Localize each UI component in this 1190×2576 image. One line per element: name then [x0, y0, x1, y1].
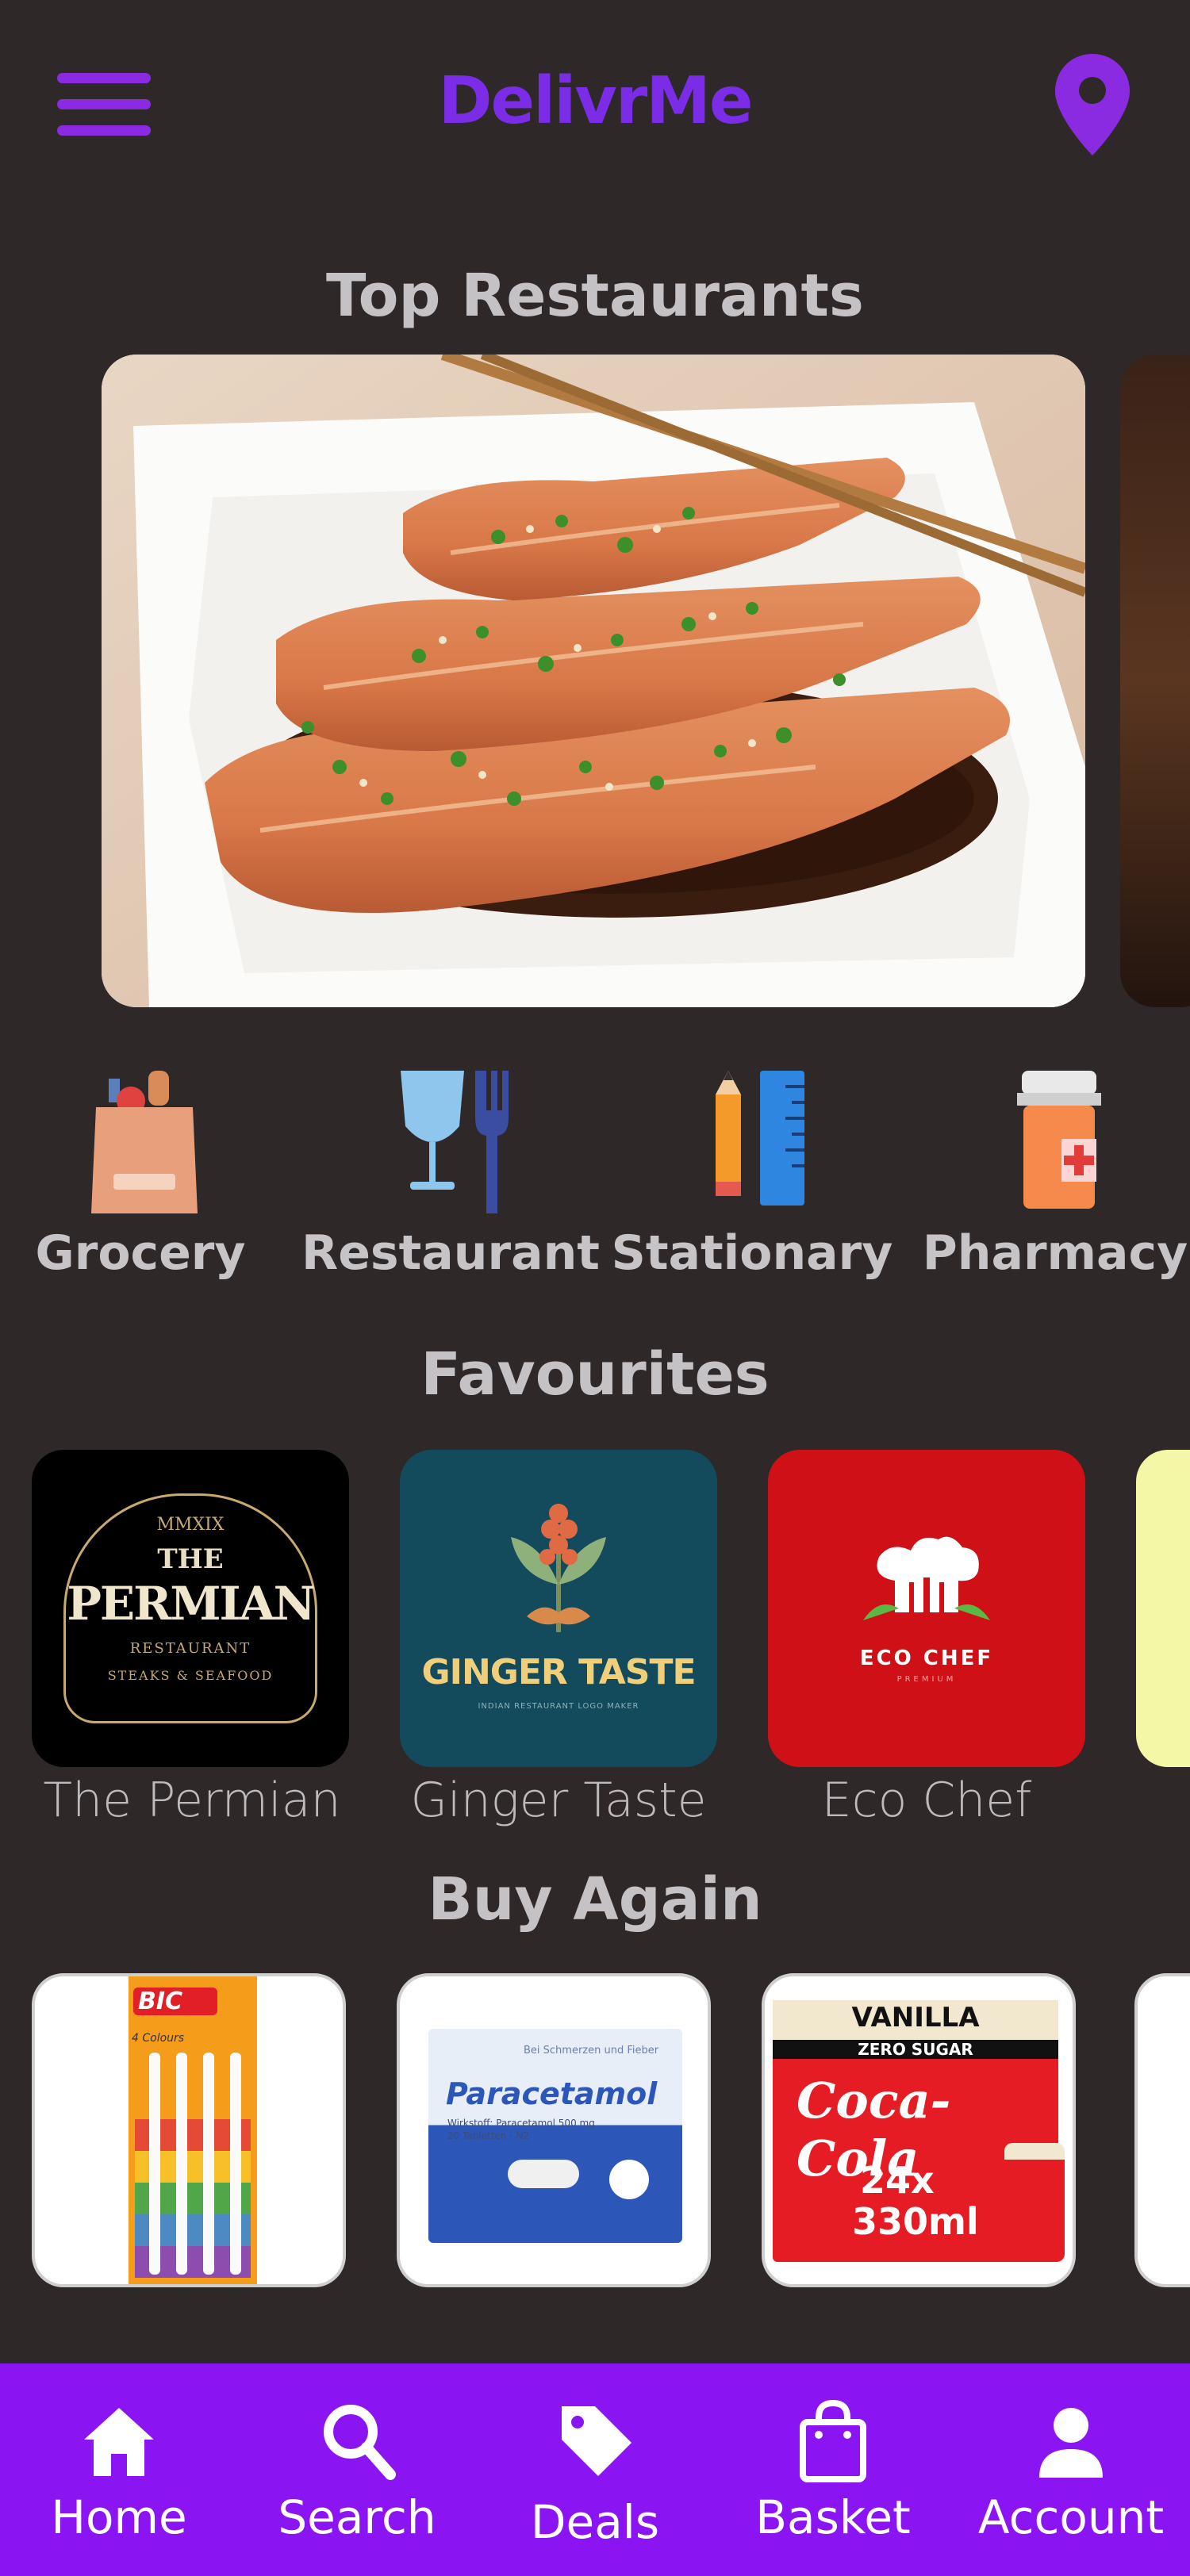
nav-label-search: Search	[278, 2490, 436, 2544]
bic-pen	[176, 2053, 187, 2275]
category-label-stationary: Stationary	[611, 1225, 893, 1281]
pill-bottle-icon	[1017, 1071, 1101, 1209]
app-title: DelivrMe	[438, 63, 753, 139]
category-label-restaurant: Restaurant	[301, 1225, 600, 1281]
permian-logo-name: PERMIAN	[67, 1577, 315, 1631]
location-pin-icon	[1055, 54, 1130, 155]
category-label-grocery: Grocery	[35, 1225, 246, 1281]
eco-chef-logo-tagline: PREMIUM	[896, 1675, 957, 1684]
ginger-taste-logo-tagline: INDIAN RESTAURANT LOGO MAKER	[478, 1702, 639, 1711]
favourite-card-next[interactable]	[1136, 1450, 1190, 1767]
bic-pen	[230, 2053, 241, 2275]
coca-cola-volume: 330ml	[852, 2200, 979, 2243]
home-icon	[84, 2408, 154, 2476]
user-icon	[1039, 2408, 1103, 2478]
buy-again-item-paracetamol[interactable]: Bei Schmerzen und Fieber Paracetamol Wir…	[397, 1973, 711, 2287]
category-grocery[interactable]: Grocery	[10, 1063, 271, 1301]
paracetamol-top-text: Bei Schmerzen und Fieber	[524, 2045, 659, 2057]
nav-account[interactable]: Account	[952, 2363, 1190, 2576]
buy-again-item-coca-cola[interactable]: VANILLA ZERO SUGAR Coca-Cola 24x 330ml	[762, 1973, 1076, 2287]
ginger-taste-logo-text: GINGER TASTE	[421, 1652, 696, 1692]
tag-icon	[562, 2406, 631, 2476]
favourite-name-ginger-taste: Ginger Taste	[410, 1773, 707, 1828]
salmon-dish-image	[102, 355, 1085, 1007]
category-label-pharmacy: Pharmacy	[922, 1225, 1188, 1281]
coca-cola-flavor: VANILLA	[851, 2002, 980, 2034]
nav-basket[interactable]: Basket	[714, 2363, 952, 2576]
nav-label-account: Account	[977, 2490, 1165, 2544]
search-icon	[324, 2405, 396, 2480]
location-button[interactable]	[1055, 54, 1130, 155]
nav-label-home: Home	[51, 2490, 187, 2544]
favourite-name-eco-chef: Eco Chef	[821, 1773, 1032, 1828]
section-title-top-restaurants: Top Restaurants	[326, 262, 864, 330]
paracetamol-seal	[609, 2160, 649, 2199]
eco-chef-logo-text: ECO CHEF	[859, 1646, 994, 1670]
paracetamol-name: Paracetamol	[446, 2076, 658, 2111]
paracetamol-line2: 20 Tabletten - N2	[447, 2130, 530, 2141]
category-pharmacy[interactable]: Pharmacy	[923, 1063, 1188, 1301]
category-stationary[interactable]: Stationary	[612, 1063, 892, 1301]
nav-deals[interactable]: Deals	[476, 2363, 714, 2576]
ginger-taste-logo-icon	[511, 1504, 606, 1632]
chef-hat-icon	[863, 1536, 990, 1620]
nav-label-basket: Basket	[755, 2490, 911, 2544]
coca-cola-count: 24x	[860, 2159, 935, 2202]
category-restaurant[interactable]: Restaurant	[301, 1063, 600, 1301]
permian-logo-the: THE	[157, 1543, 224, 1575]
restaurant-hero-next[interactable]	[1120, 355, 1190, 1007]
nav-label-deals: Deals	[530, 2495, 660, 2549]
bic-subtitle: 4 Colours	[132, 2032, 185, 2045]
coca-cola-sugar: ZERO SUGAR	[773, 2040, 1058, 2059]
permian-logo-subtitle: RESTAURANT	[129, 1640, 251, 1657]
buy-again-item-next[interactable]	[1134, 1973, 1190, 2287]
coca-cola-pack: VANILLA ZERO SUGAR Coca-Cola 24x 330ml	[773, 2000, 1065, 2262]
bic-brand: BIC	[133, 1988, 217, 2015]
nav-search[interactable]: Search	[238, 2363, 476, 2576]
glass-fork-icon	[401, 1071, 509, 1213]
nav-home[interactable]: Home	[0, 2363, 238, 2576]
pencil-ruler-icon	[716, 1071, 804, 1206]
favourite-card-the-permian[interactable]: MMXIX THE PERMIAN RESTAURANT STEAKS & SE…	[32, 1450, 349, 1767]
favourite-card-ginger-taste[interactable]: GINGER TASTE INDIAN RESTAURANT LOGO MAKE…	[400, 1450, 717, 1767]
favourite-card-eco-chef[interactable]: ECO CHEF PREMIUM	[768, 1450, 1085, 1767]
buy-again-item-bic-pens[interactable]: BIC 4 Colours	[32, 1973, 346, 2287]
paracetamol-pills	[508, 2160, 579, 2188]
section-title-buy-again: Buy Again	[428, 1865, 762, 1934]
restaurant-hero-image[interactable]	[102, 355, 1085, 1007]
bic-pen	[203, 2053, 214, 2275]
shopping-bag-icon	[800, 2399, 866, 2482]
permian-logo-year: MMXIX	[156, 1515, 225, 1535]
paracetamol-line1: Wirkstoff: Paracetamol 500 mg	[447, 2118, 595, 2129]
next-image-preview	[1120, 355, 1190, 1007]
bottom-navigation: Home Search Deals Basket Account	[0, 2363, 1190, 2576]
bic-pen	[149, 2053, 160, 2275]
permian-logo-tagline: STEAKS & SEAFOOD	[107, 1668, 274, 1683]
grocery-bag-icon	[91, 1071, 198, 1213]
bic-pack: BIC 4 Colours	[129, 1976, 257, 2284]
section-title-favourites: Favourites	[420, 1340, 770, 1409]
coca-cola-can	[1004, 2143, 1065, 2262]
paracetamol-box: Bei Schmerzen und Fieber Paracetamol Wir…	[428, 2029, 682, 2243]
favourite-name-the-permian: The Permian	[43, 1773, 341, 1828]
